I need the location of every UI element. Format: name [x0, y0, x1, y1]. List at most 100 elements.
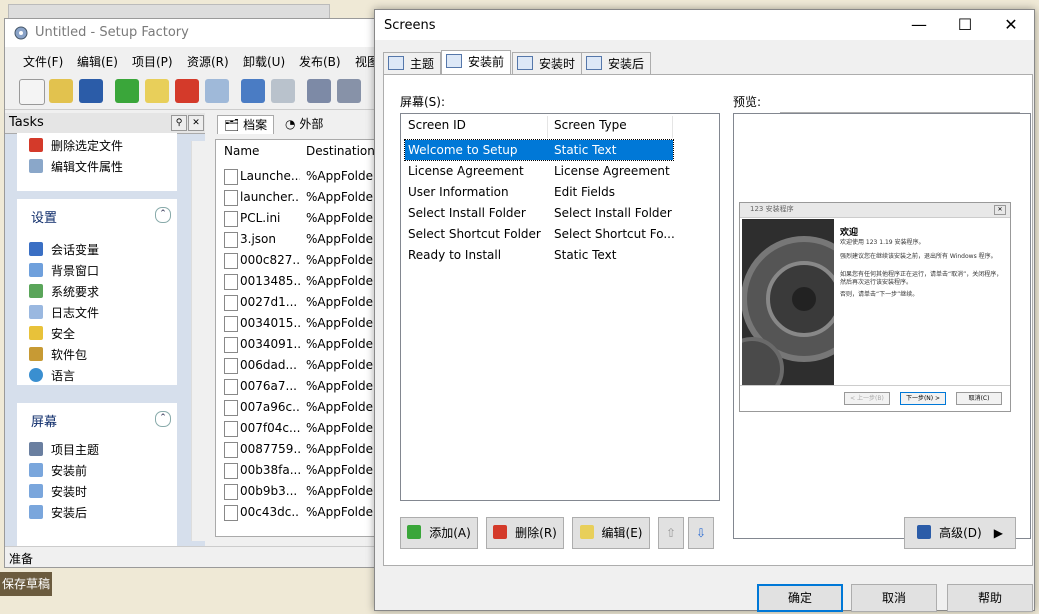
screen-row[interactable]: Ready to Install Static Text	[405, 245, 673, 265]
open-folder-icon[interactable]	[49, 79, 73, 103]
file-row[interactable]: 000c827... %AppFolder	[216, 250, 381, 271]
task-edit-properties[interactable]: 编辑文件属性	[29, 158, 123, 175]
settings-group-title: 设置	[31, 211, 58, 226]
collapse-icon[interactable]: ⌃	[155, 207, 171, 223]
file-icon	[224, 337, 238, 353]
file-row[interactable]: 006dad... %AppFolder	[216, 355, 381, 376]
file-row[interactable]: 0076a7... %AppFolder	[216, 376, 381, 397]
file-row[interactable]: Launche... %AppFolder	[216, 166, 381, 187]
file-row[interactable]: 0034015... %AppFolder	[216, 313, 381, 334]
tab-during-install[interactable]: 安装时	[512, 52, 583, 75]
add-icon[interactable]	[115, 79, 139, 103]
file-row[interactable]: 00c43dc... %AppFolder	[216, 502, 381, 523]
task-system-requirements[interactable]: 系统要求	[29, 283, 99, 300]
search-icon[interactable]	[205, 79, 229, 103]
add-screen-button[interactable]: 添加(A)	[400, 517, 478, 549]
gear-icon	[742, 219, 834, 385]
task-language[interactable]: 语言	[29, 367, 75, 384]
delete-icon[interactable]	[175, 79, 199, 103]
title-bar[interactable]: Untitled - Setup Factory	[5, 19, 380, 47]
file-name: 0087759...	[240, 442, 300, 456]
task-before-install[interactable]: 安装前	[29, 462, 87, 479]
tab-after-install[interactable]: 安装后	[581, 52, 652, 75]
add-folder-icon[interactable]	[145, 79, 169, 103]
save-draft-button[interactable]: 保存草稿	[0, 572, 52, 596]
undo-icon[interactable]	[241, 79, 265, 103]
screen-row[interactable]: License Agreement License Agreement	[405, 161, 673, 181]
screen-id: License Agreement	[408, 164, 524, 178]
menu-uninstall[interactable]: 卸载(U)	[243, 53, 285, 70]
file-destination: %AppFolder	[306, 190, 378, 204]
pin-icon[interactable]: ⚲	[171, 115, 187, 131]
redo-icon[interactable]	[271, 79, 295, 103]
tab-theme[interactable]: 主题	[383, 52, 442, 75]
build-gear-icon[interactable]	[307, 79, 331, 103]
menu-resources[interactable]: 资源(R)	[187, 53, 229, 70]
file-row[interactable]: 3.json %AppFolder	[216, 229, 381, 250]
screen-row[interactable]: Select Install Folder Select Install Fold…	[405, 203, 673, 223]
task-project-theme[interactable]: 项目主题	[29, 441, 99, 458]
delete-screen-button[interactable]: 删除(R)	[486, 517, 564, 549]
close-button[interactable]: ✕	[988, 10, 1034, 40]
screen-row[interactable]: User Information Edit Fields	[405, 182, 673, 202]
menu-project[interactable]: 项目(P)	[132, 53, 173, 70]
task-packages[interactable]: 软件包	[29, 346, 87, 363]
file-name: 3.json	[240, 232, 276, 246]
file-icon	[224, 442, 238, 458]
help-button[interactable]: 帮助	[947, 584, 1033, 612]
move-up-button[interactable]: ⇧	[658, 517, 684, 549]
tab-archive[interactable]: 🗂 档案	[217, 115, 275, 134]
file-row[interactable]: 00b38fa... %AppFolder	[216, 460, 381, 481]
menu-edit[interactable]: 编辑(E)	[77, 53, 118, 70]
file-row[interactable]: 00b9b3... %AppFolder	[216, 481, 381, 502]
settings-gear-icon[interactable]	[337, 79, 361, 103]
file-icon	[224, 169, 238, 185]
file-name: 00b38fa...	[240, 463, 300, 477]
column-destination[interactable]: Destination	[306, 144, 375, 158]
tab-external[interactable]: ◔ 外部	[279, 115, 329, 133]
file-row[interactable]: launcher... %AppFolder	[216, 187, 381, 208]
close-icon[interactable]: ✕	[188, 115, 204, 131]
maximize-button[interactable]: ☐	[942, 10, 988, 40]
task-after-install[interactable]: 安装后	[29, 504, 87, 521]
screens-list[interactable]: Screen ID Screen Type Welcome to Setup St…	[400, 113, 720, 501]
advanced-button[interactable]: 高级(D) ▶	[904, 517, 1016, 549]
screens-label: 屏幕(S):	[400, 95, 446, 109]
file-row[interactable]: PCL.ini %AppFolder	[216, 208, 381, 229]
column-screen-id[interactable]: Screen ID	[408, 118, 466, 132]
file-row[interactable]: 0013485... %AppFolder	[216, 271, 381, 292]
file-row[interactable]: 0027d1... %AppFolder	[216, 292, 381, 313]
preview-text-line: 如果您有任何其他程序正在运行，请单击“取消”，关闭程序，然后再次运行该安装程序。	[840, 271, 1003, 286]
task-background-window[interactable]: 背景窗口	[29, 262, 99, 279]
column-name[interactable]: Name	[224, 144, 259, 158]
theme-icon	[29, 442, 43, 456]
task-log-file[interactable]: 日志文件	[29, 304, 99, 321]
save-icon[interactable]	[79, 79, 103, 103]
edit-screen-button[interactable]: 编辑(E)	[572, 517, 650, 549]
screen-icon	[517, 56, 533, 70]
task-delete-selected[interactable]: 删除选定文件	[29, 137, 123, 154]
file-row[interactable]: 007a96c... %AppFolder	[216, 397, 381, 418]
file-row[interactable]: 0087759... %AppFolder	[216, 439, 381, 460]
task-during-install[interactable]: 安装时	[29, 483, 87, 500]
column-screen-type[interactable]: Screen Type	[554, 118, 627, 132]
screen-row[interactable]: Welcome to Setup Static Text	[404, 139, 674, 161]
file-name: 00c43dc...	[240, 505, 300, 519]
preview-next-button: 下一步(N) >	[900, 392, 946, 405]
new-file-icon[interactable]	[19, 79, 45, 105]
menu-file[interactable]: 文件(F)	[23, 53, 63, 70]
globe-icon	[29, 368, 43, 382]
move-down-button[interactable]: ⇩	[688, 517, 714, 549]
task-security[interactable]: 安全	[29, 325, 75, 342]
file-row[interactable]: 007f04c... %AppFolder	[216, 418, 381, 439]
menu-publish[interactable]: 发布(B)	[299, 53, 341, 70]
tasks-scrollbar[interactable]	[191, 141, 206, 541]
tab-before-install[interactable]: 安装前	[441, 50, 512, 76]
cancel-button[interactable]: 取消	[851, 584, 937, 612]
ok-button[interactable]: 确定	[757, 584, 843, 612]
minimize-button[interactable]: —	[896, 10, 942, 40]
collapse-icon[interactable]: ⌃	[155, 411, 171, 427]
task-session-variables[interactable]: 会话变量	[29, 241, 99, 258]
file-row[interactable]: 0034091... %AppFolder	[216, 334, 381, 355]
screen-row[interactable]: Select Shortcut Folder Select Shortcut Fo…	[405, 224, 675, 244]
